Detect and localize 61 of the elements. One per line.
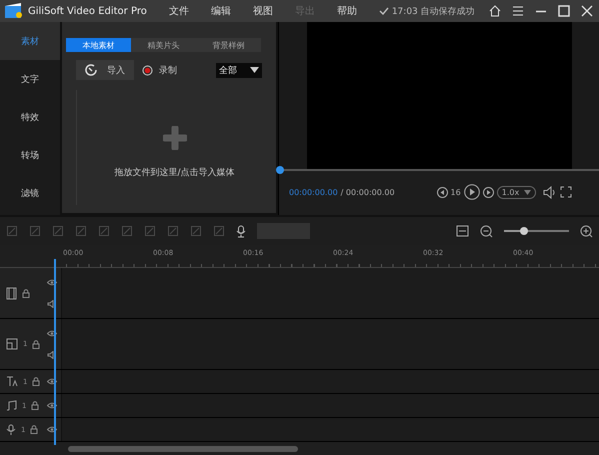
menu-icon[interactable]	[512, 5, 524, 17]
lock-icon[interactable]	[32, 340, 40, 348]
import-button[interactable]: 导入	[76, 60, 134, 80]
forward-icon[interactable]	[482, 186, 494, 198]
speaker-icon[interactable]	[47, 350, 56, 358]
maximize-icon[interactable]	[558, 5, 570, 17]
eye-icon[interactable]	[47, 426, 57, 433]
film-icon	[6, 286, 17, 300]
check-icon	[378, 7, 389, 15]
lock-icon[interactable]	[22, 288, 30, 298]
rewind-icon[interactable]	[436, 186, 448, 198]
home-icon[interactable]	[489, 5, 501, 17]
tab[interactable]: 背景样例	[196, 38, 261, 52]
menu-item[interactable]: 编辑	[210, 4, 231, 18]
fullscreen-icon[interactable]	[560, 186, 572, 198]
zoom-in-icon[interactable]	[580, 224, 593, 238]
record-icon	[142, 64, 153, 76]
volume-icon[interactable]	[543, 186, 558, 198]
play-icon[interactable]	[464, 184, 480, 200]
record-button[interactable]: 录制	[142, 64, 177, 76]
music-icon	[6, 400, 17, 412]
overlay-icon	[6, 338, 18, 350]
close-icon[interactable]	[581, 5, 593, 17]
sidebar-item[interactable]: 滤镜	[0, 174, 60, 212]
drop-area[interactable]: 拖放文件到这里/点击导入媒体	[76, 90, 272, 205]
scrollbar-thumb[interactable]	[68, 446, 298, 452]
sidebar-item[interactable]: 文字	[0, 60, 60, 98]
eye-icon[interactable]	[47, 402, 57, 409]
caret-icon	[524, 190, 532, 194]
text-icon	[6, 376, 18, 387]
microphone-icon	[6, 424, 16, 436]
lock-icon[interactable]	[32, 377, 40, 386]
clapper-icon	[4, 3, 24, 19]
eye-icon[interactable]	[47, 378, 57, 385]
tab[interactable]: 精美片头	[131, 38, 196, 52]
import-icon	[85, 64, 97, 76]
sidebar-item[interactable]: 特效	[0, 98, 60, 136]
window-title: GiliSoft Video Editor Pro	[28, 6, 147, 16]
tab[interactable]: 本地素材	[66, 38, 131, 52]
total-time: / 00:00:00.00	[340, 188, 395, 196]
speed-dropdown[interactable]: 1.0x	[496, 186, 536, 198]
zoom-out-icon[interactable]	[480, 224, 493, 238]
microphone-icon[interactable]	[236, 224, 246, 238]
lock-icon[interactable]	[31, 401, 40, 410]
speaker-icon[interactable]	[47, 300, 56, 308]
filter-dropdown[interactable]: 全部	[216, 62, 262, 78]
menu-item[interactable]: 帮助	[336, 4, 357, 18]
sidebar-item[interactable]: 转场	[0, 136, 60, 174]
current-time: 00:00:00.00	[289, 188, 338, 196]
eye-icon[interactable]	[47, 278, 57, 286]
eye-icon[interactable]	[47, 330, 57, 336]
save-status: 17:03 自动保存成功	[392, 6, 475, 18]
sidebar-item[interactable]: 素材	[0, 22, 60, 60]
menu-item[interactable]: 视图	[252, 4, 273, 18]
step-label: 16	[450, 188, 461, 196]
lock-icon[interactable]	[30, 425, 38, 434]
fit-icon[interactable]	[456, 225, 469, 237]
caret-icon	[250, 67, 259, 73]
drop-hint: 拖放文件到这里/点击导入媒体	[114, 166, 235, 179]
plus-icon	[162, 126, 186, 150]
menu-item[interactable]: 文件	[168, 4, 189, 18]
